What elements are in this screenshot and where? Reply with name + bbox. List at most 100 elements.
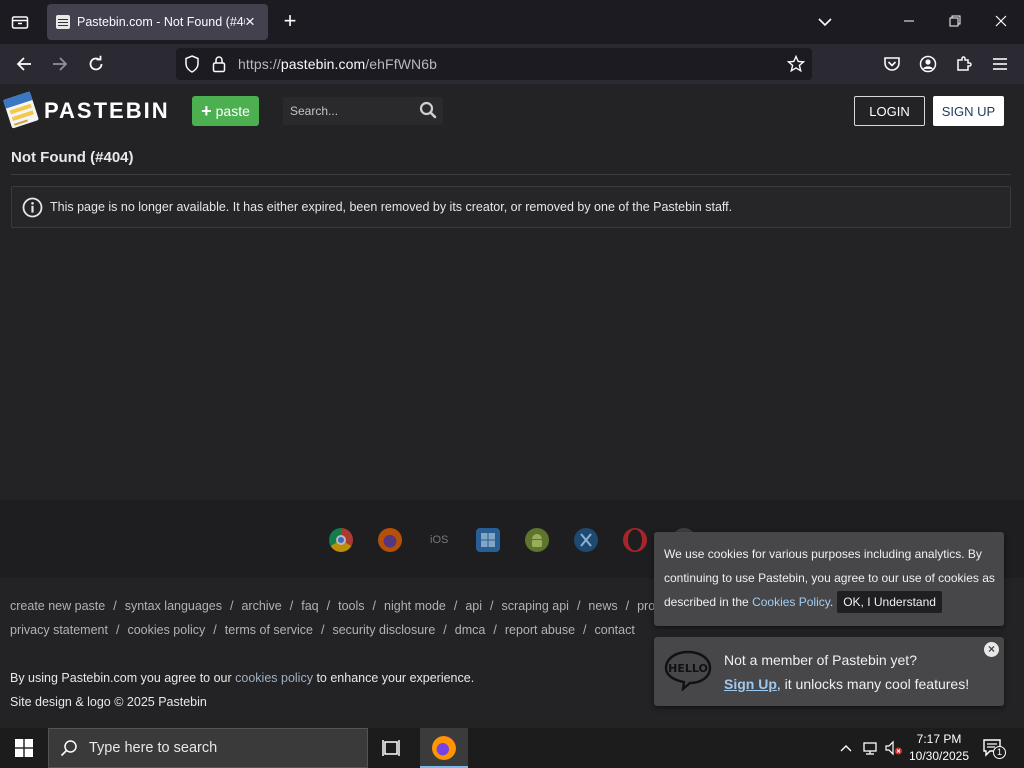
browser-tab-active[interactable]: Pastebin.com - Not Found (#404) ×: [47, 4, 268, 40]
pastebin-favicon-icon: [56, 15, 70, 29]
url-text: https://pastebin.com/ehFfWN6b: [238, 56, 437, 72]
new-tab-plus-icon[interactable]: +: [280, 10, 300, 34]
info-icon: [22, 197, 43, 218]
chrome-icon[interactable]: [329, 528, 353, 552]
account-icon[interactable]: [915, 52, 941, 76]
footer-link-privacy-statement[interactable]: privacy statement: [10, 623, 108, 637]
footer-link-night-mode[interactable]: night mode: [384, 599, 446, 613]
close-window-icon[interactable]: [986, 8, 1016, 36]
url-host: pastebin.com: [280, 56, 366, 72]
member-promo-line: Not a member of Pastebin yet?: [724, 652, 917, 668]
member-promo-signup-line: Sign Up, it unlocks many cool features!: [724, 676, 969, 692]
taskbar-search-box[interactable]: Type here to search: [48, 728, 368, 768]
system-clock[interactable]: 7:17 PM 10/30/2025: [906, 731, 972, 765]
close-icon[interactable]: ×: [984, 642, 999, 657]
signup-button[interactable]: SIGN UP: [933, 96, 1004, 126]
footer-link-api[interactable]: api: [465, 599, 482, 613]
agree-prefix: By using Pastebin.com you agree to our: [10, 671, 236, 685]
pastebin-logo-icon[interactable]: [3, 90, 39, 130]
cookie-consent-text: We use cookies for various purposes incl…: [664, 542, 1000, 614]
ios-label[interactable]: iOS: [430, 534, 448, 546]
volume-muted-icon[interactable]: [884, 738, 904, 761]
chevron-down-icon[interactable]: [815, 10, 835, 34]
cookies-policy-link[interactable]: Cookies Policy: [752, 595, 830, 609]
clock-date: 10/30/2025: [908, 749, 970, 763]
promo-signup-link[interactable]: Sign Up: [724, 676, 777, 692]
x-twitter-icon[interactable]: [574, 528, 598, 552]
footer-link-archive[interactable]: archive: [241, 599, 281, 613]
footer-link-pro[interactable]: pro: [637, 599, 655, 613]
show-hidden-icons-chevron-up-icon[interactable]: [839, 738, 853, 761]
footer-link-news[interactable]: news: [588, 599, 617, 613]
login-button[interactable]: LOGIN: [854, 96, 925, 126]
restore-icon[interactable]: [940, 8, 970, 36]
svg-text:HELLO: HELLO: [668, 662, 708, 675]
hamburger-menu-icon[interactable]: [987, 52, 1013, 76]
main-content: Not Found (#404) This page is no longer …: [0, 136, 1024, 500]
address-bar[interactable]: https://pastebin.com/ehFfWN6b: [176, 48, 812, 80]
extensions-puzzle-icon[interactable]: [951, 52, 977, 76]
cookie-agreement-note: By using Pastebin.com you agree to our c…: [10, 671, 474, 685]
new-paste-button[interactable]: + paste: [192, 96, 259, 126]
opera-icon[interactable]: [623, 528, 647, 552]
footer-cookies-policy-link[interactable]: cookies policy: [235, 671, 313, 685]
pocket-icon[interactable]: [879, 52, 905, 76]
url-scheme: https://: [238, 56, 281, 72]
windows-taskbar: Type here to search 7:17 PM 10/30/2025 1: [0, 728, 1024, 768]
footer-link-dmca[interactable]: dmca: [455, 623, 486, 637]
search-icon[interactable]: [419, 101, 437, 119]
tab-title: Pastebin.com - Not Found (#404): [77, 15, 245, 29]
task-view-icon[interactable]: [378, 736, 406, 760]
title-divider: [11, 174, 1011, 175]
footer-link-tools[interactable]: tools: [338, 599, 364, 613]
bookmark-star-icon[interactable]: [786, 54, 806, 78]
plus-icon: +: [201, 101, 212, 121]
footer-link-security-disclosure[interactable]: security disclosure: [332, 623, 435, 637]
webpage: PASTEBIN +paste LOGIN SIGN UP Not Found …: [0, 84, 1024, 728]
browser-tab-strip: Pastebin.com - Not Found (#404) × +: [0, 0, 1024, 44]
hello-speech-bubble-icon: HELLO: [663, 649, 713, 692]
forward-arrow-icon[interactable]: [47, 52, 73, 76]
new-paste-label: paste: [215, 103, 250, 119]
footer-links-row-1: create new paste / syntax languages / archiv…: [10, 599, 656, 613]
firefox-icon[interactable]: [378, 528, 402, 552]
footer-link-cookies-policy[interactable]: cookies policy: [127, 623, 205, 637]
navigation-toolbar: https://pastebin.com/ehFfWN6b: [0, 44, 1024, 84]
site-logo-text[interactable]: PASTEBIN: [44, 98, 170, 124]
cookie-text-end: .: [829, 595, 834, 609]
search-icon: [60, 739, 78, 762]
footer-link-syntax-languages[interactable]: syntax languages: [125, 599, 222, 613]
notice-box: This page is no longer available. It has…: [11, 186, 1011, 228]
back-arrow-icon[interactable]: [11, 52, 37, 76]
windows-icon[interactable]: [476, 528, 500, 552]
url-path: /ehFfWN6b: [365, 56, 437, 72]
agree-suffix: to enhance your experience.: [312, 671, 475, 685]
taskbar-search-placeholder: Type here to search: [89, 740, 218, 756]
firefox-icon: [432, 736, 456, 760]
network-icon[interactable]: [862, 738, 880, 761]
footer-link-report-abuse[interactable]: report abuse: [505, 623, 575, 637]
lock-icon[interactable]: [212, 55, 226, 78]
site-header: PASTEBIN +paste LOGIN SIGN UP: [0, 84, 1024, 136]
ok-understand-button[interactable]: OK, I Understand: [837, 591, 942, 613]
footer-link-create-new-paste[interactable]: create new paste: [10, 599, 105, 613]
firefox-taskbar-button[interactable]: [420, 728, 468, 768]
tab-close-icon[interactable]: ×: [241, 13, 259, 31]
notification-center-icon[interactable]: 1: [982, 737, 1006, 759]
clock-time: 7:17 PM: [916, 732, 962, 746]
footer-link-faq[interactable]: faq: [301, 599, 318, 613]
page-title: Not Found (#404): [11, 149, 134, 166]
notice-text: This page is no longer available. It has…: [50, 200, 733, 214]
footer-link-scraping-api[interactable]: scraping api: [502, 599, 569, 613]
cookie-consent-popup: We use cookies for various purposes incl…: [654, 532, 1004, 626]
android-icon[interactable]: [525, 528, 549, 552]
minimize-icon[interactable]: [894, 8, 924, 36]
copyright: Site design & logo © 2025 Pastebin: [10, 695, 207, 709]
list-all-tabs-icon[interactable]: [6, 8, 34, 36]
footer-link-terms-of-service[interactable]: terms of service: [225, 623, 313, 637]
windows-start-icon[interactable]: [0, 728, 48, 768]
footer-link-contact[interactable]: contact: [595, 623, 635, 637]
tracking-protection-shield-icon[interactable]: [184, 55, 200, 78]
reload-icon[interactable]: [83, 52, 109, 76]
signup-promo-popup: HELLO Not a member of Pastebin yet? Sign…: [654, 637, 1004, 706]
